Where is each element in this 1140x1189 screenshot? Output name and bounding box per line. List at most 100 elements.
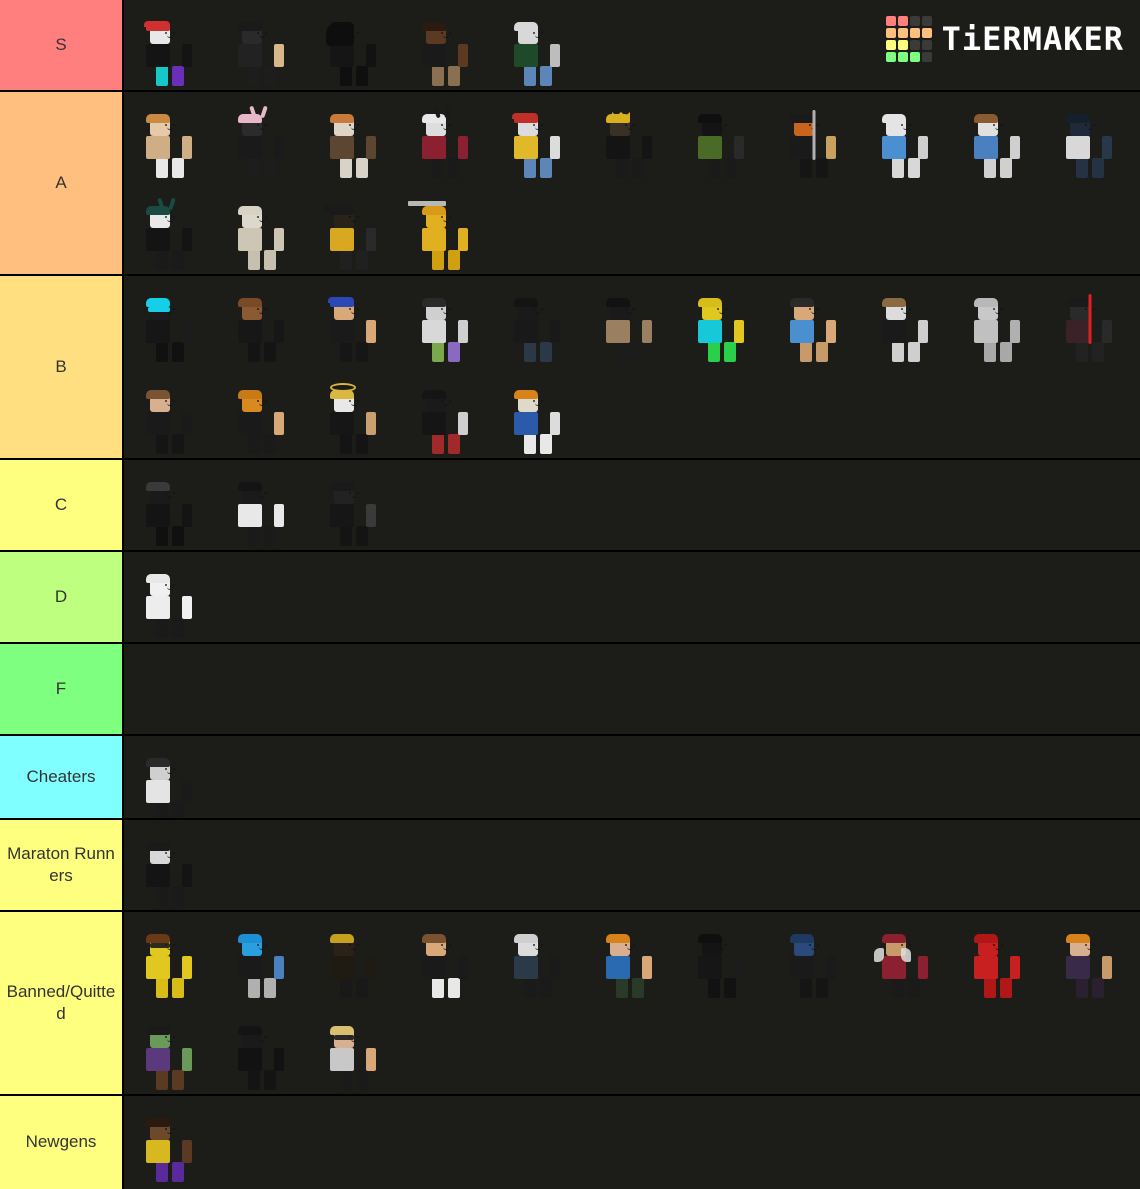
avatar-pumpkin-head-pink-shoes[interactable]: [238, 382, 285, 454]
avatar-orange-hair-blue-shirt[interactable]: [514, 382, 561, 454]
tier-item[interactable]: [124, 460, 216, 550]
avatar-halo-long-white-hair[interactable]: [330, 382, 377, 454]
avatar-white-head-blue-shirt[interactable]: [882, 106, 929, 178]
tier-item[interactable]: [952, 912, 1044, 1004]
tier-items-b[interactable]: [124, 276, 1140, 458]
avatar-red-plaid-white-hair[interactable]: [422, 105, 469, 178]
avatar-long-brown-hair-black[interactable]: [146, 382, 193, 454]
tier-label-a[interactable]: A: [0, 92, 124, 274]
tier-item[interactable]: [308, 92, 400, 184]
tier-item[interactable]: [308, 460, 400, 550]
tier-item[interactable]: [492, 368, 584, 458]
tier-item[interactable]: [1044, 92, 1136, 184]
tier-item[interactable]: [1044, 276, 1136, 368]
avatar-yellow-cyan-green-noob[interactable]: [698, 290, 745, 362]
tier-items-banned-quitted[interactable]: [124, 912, 1140, 1094]
tier-label-f[interactable]: F: [0, 644, 124, 734]
avatar-white-bear-black-pants[interactable]: [146, 566, 193, 638]
tier-item[interactable]: [124, 736, 216, 818]
avatar-gold-black-pirate[interactable]: [324, 198, 377, 270]
tier-item[interactable]: [676, 912, 768, 1004]
tier-item[interactable]: [492, 276, 584, 368]
avatar-dark-jacket-jeans[interactable]: [514, 290, 561, 362]
avatar-black-bunny-ears[interactable]: [238, 105, 285, 178]
avatar-white-shirt-photo-print[interactable]: [146, 750, 193, 818]
tier-item[interactable]: [124, 1096, 216, 1188]
tier-item[interactable]: [584, 912, 676, 1004]
avatar-blonde-sunglasses-white-gi[interactable]: [330, 1018, 377, 1090]
tier-items-newgens[interactable]: [124, 1096, 1140, 1189]
tier-item[interactable]: [676, 92, 768, 184]
tier-item[interactable]: [216, 1004, 308, 1094]
avatar-white-fluffy-creature[interactable]: [238, 198, 285, 270]
tier-items-s[interactable]: [124, 0, 1140, 90]
avatar-cyan-visor-black-outfit[interactable]: [146, 290, 193, 362]
tier-item[interactable]: [768, 276, 860, 368]
tier-item[interactable]: [216, 912, 308, 1004]
tier-item[interactable]: [676, 276, 768, 368]
avatar-maroon-jacket-wings[interactable]: [874, 926, 929, 998]
tier-label-d[interactable]: D: [0, 552, 124, 642]
tier-label-banned-quitted[interactable]: Banned/Quitted: [0, 912, 124, 1094]
avatar-black-head-green-shirt[interactable]: [698, 106, 745, 178]
tier-item[interactable]: [400, 184, 492, 274]
avatar-dark-blue-white-torso[interactable]: [1066, 106, 1113, 178]
avatar-black-hooded-figure[interactable]: [326, 14, 377, 86]
tier-item[interactable]: [216, 184, 308, 274]
tier-label-b[interactable]: B: [0, 276, 124, 458]
avatar-blonde-cardboard-box[interactable]: [146, 106, 193, 178]
avatar-brown-hair-gold-print-tee[interactable]: [422, 926, 469, 998]
avatar-brown-hair-white-face-tee[interactable]: [882, 290, 929, 362]
tier-item[interactable]: [124, 276, 216, 368]
avatar-all-black-bulky[interactable]: [698, 926, 745, 998]
avatar-black-outfit-white-shoes[interactable]: [146, 834, 193, 906]
tier-item[interactable]: [860, 276, 952, 368]
avatar-dark-tactical[interactable]: [238, 14, 285, 86]
tier-items-maraton-runners[interactable]: [124, 820, 1140, 910]
tier-item[interactable]: [400, 92, 492, 184]
avatar-silver-armored[interactable]: [974, 290, 1021, 362]
avatar-gold-noob[interactable]: [408, 198, 469, 270]
avatar-ginger-brown-coat[interactable]: [330, 106, 377, 178]
tier-item[interactable]: [584, 276, 676, 368]
avatar-white-black-pattern[interactable]: [238, 474, 285, 546]
avatar-brown-hair-blue-pattern[interactable]: [974, 106, 1021, 178]
tier-item[interactable]: [308, 1004, 400, 1094]
tier-item[interactable]: [308, 276, 400, 368]
avatar-spiky-hair-red-plaid-pants[interactable]: [422, 382, 469, 454]
tier-item[interactable]: [400, 276, 492, 368]
avatar-white-torso-colored-legs[interactable]: [422, 290, 469, 362]
tier-item[interactable]: [400, 912, 492, 1004]
tier-item[interactable]: [584, 92, 676, 184]
avatar-pumpkin-with-sword[interactable]: [790, 106, 837, 178]
avatar-blue-cap-graphic-tee[interactable]: [328, 290, 377, 362]
tier-item[interactable]: [492, 912, 584, 1004]
avatar-orange-hair-blue-tee[interactable]: [606, 926, 653, 998]
tier-label-newgens[interactable]: Newgens: [0, 1096, 124, 1189]
tier-items-c[interactable]: [124, 460, 1140, 550]
avatar-dark-rainbow-hair-wide[interactable]: [146, 474, 193, 546]
tier-item[interactable]: [860, 92, 952, 184]
tier-item[interactable]: [952, 276, 1044, 368]
tier-item[interactable]: [768, 92, 860, 184]
tier-item[interactable]: [124, 368, 216, 458]
tier-item[interactable]: [308, 368, 400, 458]
tier-item[interactable]: [124, 0, 216, 90]
avatar-blue-mask-dark-body[interactable]: [790, 926, 837, 998]
tier-label-c[interactable]: C: [0, 460, 124, 550]
tier-items-cheaters[interactable]: [124, 736, 1140, 818]
avatar-blue-shirt-suspenders[interactable]: [790, 290, 837, 362]
avatar-brown-skin-black-hoodie[interactable]: [422, 14, 469, 86]
tier-item[interactable]: [216, 460, 308, 550]
tier-label-s[interactable]: S: [0, 0, 124, 90]
tier-items-a[interactable]: [124, 92, 1140, 274]
tier-item[interactable]: [216, 0, 308, 90]
avatar-yellow-nerd-glasses[interactable]: [146, 926, 193, 998]
avatar-green-skin-purple-sash[interactable]: [146, 1018, 193, 1090]
tier-item[interactable]: [860, 912, 952, 1004]
avatar-white-head-red-cap-photo-shirt[interactable]: [144, 14, 193, 86]
avatar-crown-dark-robe[interactable]: [606, 106, 653, 178]
tier-item[interactable]: [308, 184, 400, 274]
avatar-black-hair-tan-coat[interactable]: [606, 290, 653, 362]
avatar-spiky-orange-hair-purple[interactable]: [1066, 926, 1113, 998]
